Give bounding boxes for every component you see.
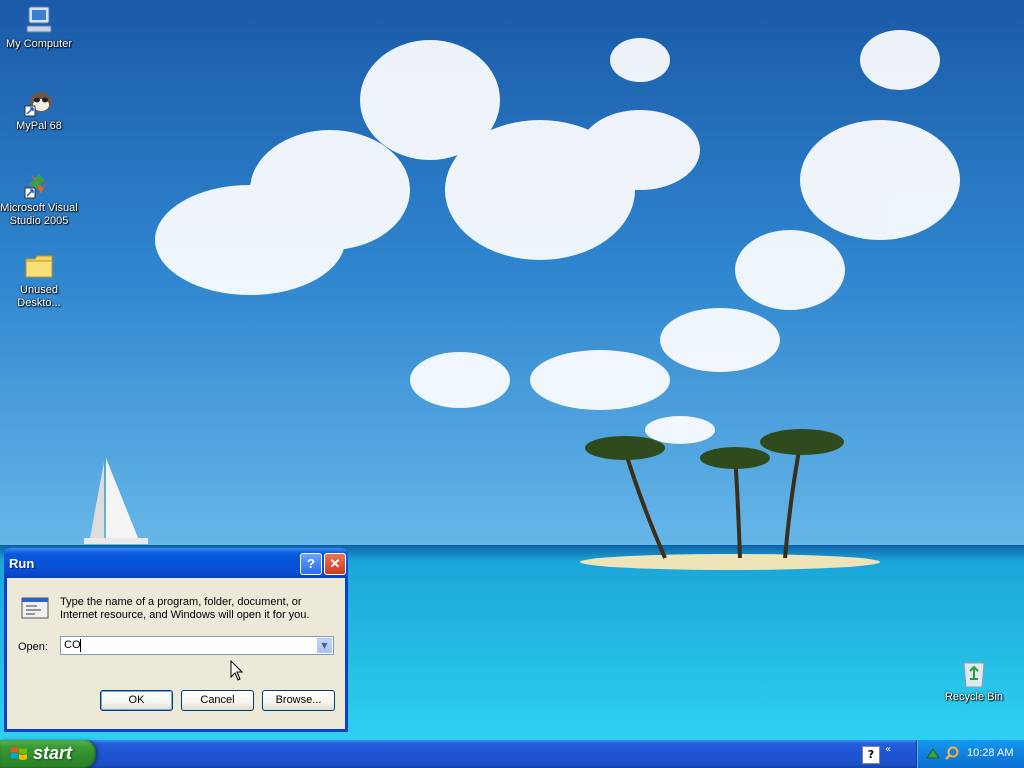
run-dialog-body: Type the name of a program, folder, docu… (7, 578, 345, 729)
system-tray: 10:28 AM (916, 740, 1024, 768)
ok-button[interactable]: OK (100, 690, 173, 711)
desktop-icon-label: Unused Deskto... (17, 284, 61, 309)
cancel-button[interactable]: Cancel (181, 690, 254, 711)
visual-studio-icon (24, 174, 49, 199)
clock[interactable]: 10:28 AM (967, 747, 1013, 759)
run-dialog-titlebar[interactable]: Run ? ✕ (4, 548, 348, 578)
help-support-icon[interactable]: ? (862, 746, 880, 764)
run-instruction-text: Type the name of a program, folder, docu… (60, 596, 310, 621)
text-caret (80, 639, 81, 652)
start-button[interactable]: start (0, 740, 96, 768)
tray-expand-chevron-icon[interactable]: « (885, 744, 891, 755)
open-combobox[interactable]: CO ▼ (60, 636, 334, 655)
windows-logo-icon (11, 747, 27, 760)
mouse-pointer-icon (230, 660, 244, 681)
desktop-icon-mypal[interactable]: MyPal 68 (0, 86, 78, 133)
desktop-icon-my-computer[interactable]: My Computer (0, 4, 78, 51)
browse-button[interactable]: Browse... (262, 690, 335, 711)
run-program-icon (21, 597, 49, 619)
start-label: start (33, 743, 73, 763)
computer-icon (26, 6, 52, 33)
help-button[interactable]: ? (300, 553, 322, 575)
run-dialog: Run ? ✕ Type the name of a program, fold… (4, 548, 348, 732)
open-input[interactable]: CO (64, 639, 81, 651)
run-dialog-title: Run (9, 556, 35, 571)
desktop-icon-recycle-bin[interactable]: Recycle Bin (935, 657, 1013, 704)
desktop-icon-label: My Computer (5, 38, 73, 50)
desktop-icon-label: Recycle Bin (944, 691, 1004, 703)
open-label: Open: (18, 641, 48, 653)
desktop-icon-label: MyPal 68 (16, 120, 62, 132)
desktop-icon-unused-desktop[interactable]: Unused Deskto... (0, 250, 78, 310)
network-icon[interactable] (925, 746, 941, 762)
desktop-icon-label: Microsoft Visual Studio 2005 (0, 202, 78, 227)
desktop-icon-visual-studio[interactable]: Microsoft Visual Studio 2005 (0, 168, 78, 228)
close-button[interactable]: ✕ (324, 553, 346, 575)
recycle-bin-icon (963, 662, 985, 688)
chevron-down-icon[interactable]: ▼ (317, 638, 332, 653)
folder-icon (25, 255, 53, 278)
raccoon-browser-icon (24, 92, 52, 117)
search-icon[interactable] (944, 745, 960, 761)
